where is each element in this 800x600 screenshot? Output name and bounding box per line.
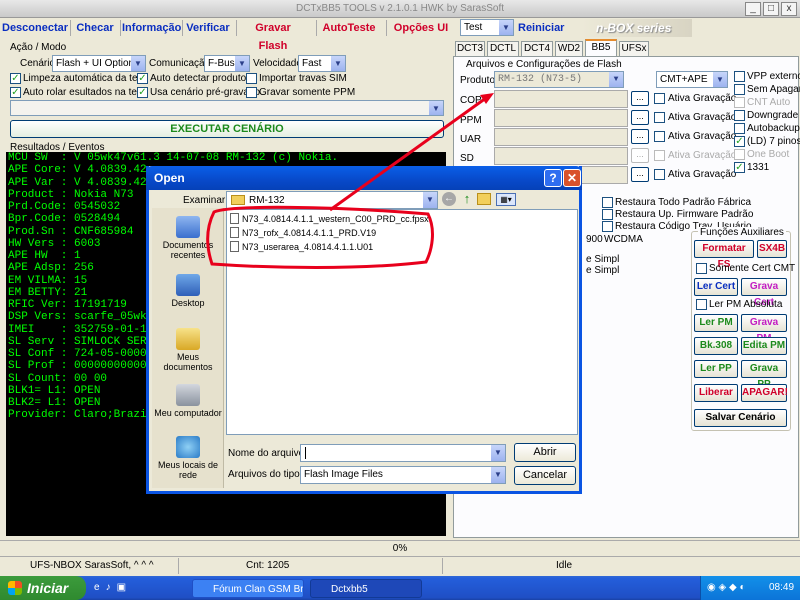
red-annotation-overlay <box>206 93 494 269</box>
status-idle: Idle <box>556 560 573 571</box>
system-tray: ◉ ◈ ◆ ◐ 08:49 <box>700 576 800 600</box>
status-ufs: UFS-NBOX SarasSoft, ^ ^ ^ <box>30 560 154 571</box>
clock: 08:49 <box>769 582 795 593</box>
start-label: Iniciar <box>27 580 69 596</box>
quick-launch: e ♪ ▣ <box>94 582 164 596</box>
start-button[interactable]: Iniciar <box>0 576 86 600</box>
taskbar-item-forum[interactable]: Fórum Clan GSM Brasi... <box>192 579 304 598</box>
status-cnt: Cnt: 1205 <box>246 560 290 571</box>
tray-icons[interactable]: ◉ ◈ ◆ ◐ <box>707 582 745 593</box>
divider <box>442 558 443 574</box>
desktop-icon[interactable]: ▣ <box>117 582 126 593</box>
media-icon[interactable]: ♪ <box>106 582 111 593</box>
taskbar-item-dctxbb5[interactable]: Dctxbb5 <box>310 579 422 598</box>
progress-text: 0% <box>392 543 408 554</box>
progress-bar: 0% <box>0 540 800 556</box>
annotation-circle <box>206 205 434 269</box>
divider <box>178 558 179 574</box>
windows-logo-icon <box>8 581 22 595</box>
annotation-arrow-line <box>329 96 487 212</box>
status-bar: UFS-NBOX SarasSoft, ^ ^ ^ Cnt: 1205 Idle <box>0 556 800 575</box>
ie-icon[interactable]: e <box>94 582 100 593</box>
